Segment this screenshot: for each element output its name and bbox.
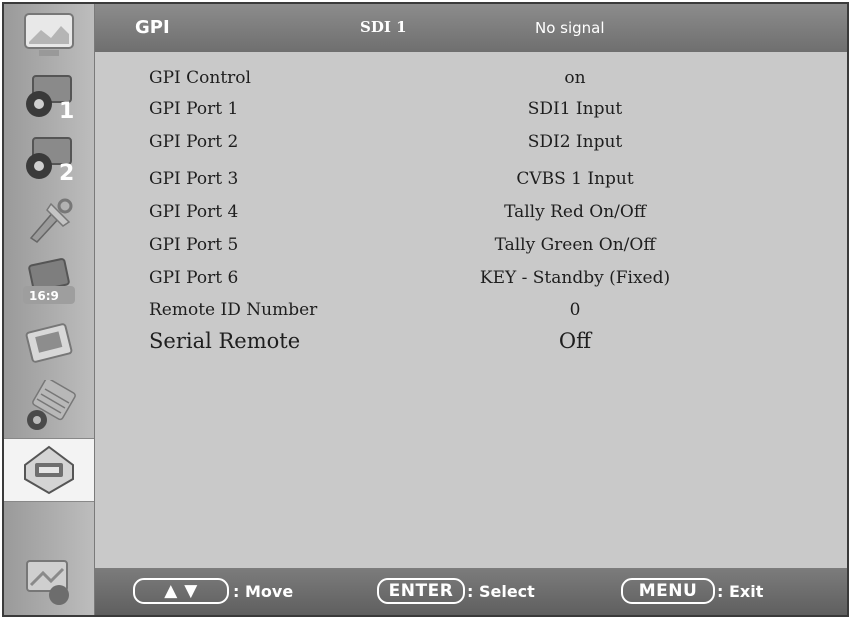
move-hint-label: : Move [233,582,294,601]
row-label: GPI Port 3 [149,169,239,189]
select-hint-label: : Select [467,582,535,601]
osd-menu-window: 1 2 16:9 GPI SDI 1 No signal GPI Control… [2,2,849,617]
sidebar-item-input-1[interactable]: 1 [4,66,94,128]
aspect-ratio-icon: 16:9 [19,258,79,308]
menu-row-gpi-port-4[interactable]: GPI Port 4 Tally Red On/Off [95,196,847,226]
menu-row-gpi-port-2[interactable]: GPI Port 2 SDI2 Input [95,126,847,156]
row-value[interactable]: Off [405,329,745,353]
row-label: GPI Port 4 [149,202,239,222]
sidebar-item-marker[interactable] [4,314,94,376]
sidebar-item-gpi[interactable] [4,438,94,502]
row-label: Remote ID Number [149,300,318,320]
menu-row-remote-id-number[interactable]: Remote ID Number 0 [95,294,847,324]
svg-text:2: 2 [59,161,74,186]
input-source-label: SDI 1 [360,18,407,36]
svg-text:1: 1 [59,99,74,124]
menu-row-gpi-port-6[interactable]: GPI Port 6 KEY - Standby (Fixed) [95,262,847,292]
row-value[interactable]: KEY - Standby (Fixed) [405,268,745,288]
row-value[interactable]: CVBS 1 Input [405,169,745,189]
row-value[interactable]: SDI2 Input [405,132,745,152]
system-icon [21,555,77,609]
menu-header: GPI SDI 1 No signal [95,4,847,52]
gpi-settings-list: GPI Control on GPI Port 1 SDI1 Input GPI… [95,52,847,562]
row-value[interactable]: on [405,68,745,88]
menu-row-serial-remote[interactable]: Serial Remote Off [95,326,847,356]
input-1-icon: 1 [19,70,79,124]
sidebar-item-aspect-ratio[interactable]: 16:9 [4,252,94,314]
menu-row-gpi-control[interactable]: GPI Control on [95,62,847,92]
row-label: Serial Remote [149,329,301,353]
picture-icon [21,10,77,60]
sidebar-item-tools[interactable] [4,190,94,252]
input-2-icon: 2 [19,132,79,186]
enter-key-hint: ENTER [377,578,465,604]
sidebar-item-keyboard[interactable] [4,376,94,438]
sidebar-item-input-2[interactable]: 2 [4,128,94,190]
exit-hint-label: : Exit [717,582,764,601]
menu-row-gpi-port-5[interactable]: GPI Port 5 Tally Green On/Off [95,229,847,259]
marker-icon [21,320,77,370]
row-value[interactable]: 0 [405,300,745,320]
row-label: GPI Port 5 [149,235,239,255]
tools-icon [21,196,77,246]
row-value[interactable]: SDI1 Input [405,99,745,119]
sidebar: 1 2 16:9 [4,4,95,615]
move-key-hint: ▲ ▼ [133,578,229,604]
menu-key-hint: MENU [621,578,715,604]
menu-row-gpi-port-1[interactable]: GPI Port 1 SDI1 Input [95,93,847,123]
key-hint-bar: ▲ ▼ : Move ENTER : Select MENU : Exit [95,568,847,615]
row-value[interactable]: Tally Red On/Off [405,202,745,222]
keyboard-icon [21,380,77,434]
page-title: GPI [135,17,170,38]
row-value[interactable]: Tally Green On/Off [405,235,745,255]
row-label: GPI Port 1 [149,99,239,119]
gpi-icon [19,443,79,497]
row-label: GPI Port 6 [149,268,239,288]
menu-row-gpi-port-3[interactable]: GPI Port 3 CVBS 1 Input [95,163,847,193]
row-label: GPI Port 2 [149,132,239,152]
row-label: GPI Control [149,68,251,88]
svg-text:16:9: 16:9 [29,289,59,303]
signal-status: No signal [535,19,605,37]
sidebar-item-picture[interactable] [4,4,94,66]
sidebar-item-system[interactable] [4,551,94,613]
